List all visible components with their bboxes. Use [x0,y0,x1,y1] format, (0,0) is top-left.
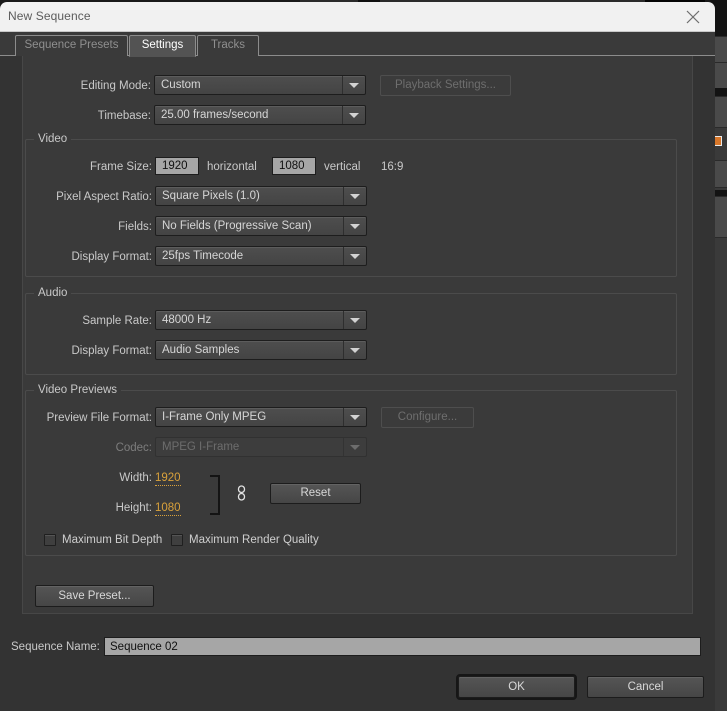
tab-bar: Sequence Presets Settings Tracks [0,32,715,57]
preview-height-value[interactable]: 1080 [155,502,181,516]
audio-display-format-value: Audio Samples [162,344,240,356]
editing-mode-label: Editing Mode: [80,80,151,92]
maximum-render-quality-checkbox[interactable] [171,534,183,546]
dialog-title: New Sequence [8,9,91,23]
video-display-format-label: Display Format: [71,251,152,263]
playback-settings-button: Playback Settings... [380,75,511,96]
link-bracket [210,475,220,515]
chevron-down-icon[interactable] [342,106,365,124]
chevron-down-icon[interactable] [343,341,366,359]
chevron-down-icon[interactable] [343,247,366,265]
chevron-down-icon[interactable] [342,76,365,94]
chevron-down-icon[interactable] [343,408,366,426]
timebase-value: 25.00 frames/second [161,109,269,121]
frame-size-horizontal-input[interactable]: 1920 [155,157,199,175]
pixel-aspect-ratio-dropdown[interactable]: Square Pixels (1.0) [155,186,367,206]
configure-button: Configure... [381,407,474,428]
tab-settings-label: Settings [141,39,184,51]
maximum-bit-depth-checkbox[interactable] [44,534,56,546]
tab-tracks-label: Tracks [210,39,246,51]
fields-dropdown[interactable]: No Fields (Progressive Scan) [155,216,367,236]
sequence-name-value: Sequence 02 [110,641,178,653]
horizontal-label: horizontal [207,161,257,173]
video-group: Video Frame Size: 1920 horizontal 1080 v… [25,133,677,277]
timebase-dropdown[interactable]: 25.00 frames/second [154,105,366,125]
ok-button[interactable]: OK [456,674,577,700]
video-previews-group-legend: Video Previews [34,384,122,396]
video-display-format-dropdown[interactable]: 25fps Timecode [155,246,367,266]
video-group-legend: Video [34,133,72,145]
preview-file-format-label: Preview File Format: [46,412,152,424]
timebase-label: Timebase: [97,110,151,122]
tab-sequence-presets-label: Sequence Presets [24,39,119,51]
preview-height-label: Height: [115,502,152,514]
codec-dropdown: MPEG I-Frame [155,437,367,457]
fields-value: No Fields (Progressive Scan) [162,220,312,232]
dialog-titlebar: New Sequence [0,2,715,32]
tab-settings[interactable]: Settings [129,35,196,57]
chevron-down-icon[interactable] [343,311,366,329]
maximum-render-quality-label: Maximum Render Quality [189,534,319,546]
chain-link-icon[interactable] [237,485,246,504]
audio-group: Audio Sample Rate: 48000 Hz Display Form… [25,287,677,375]
tab-sequence-presets[interactable]: Sequence Presets [15,35,128,56]
pixel-aspect-ratio-value: Square Pixels (1.0) [162,190,260,202]
preview-width-value[interactable]: 1920 [155,472,181,486]
sample-rate-label: Sample Rate: [82,315,152,327]
sample-rate-dropdown[interactable]: 48000 Hz [155,310,367,330]
chevron-down-icon[interactable] [343,187,366,205]
editing-mode-value: Custom [161,79,201,91]
settings-panel: Editing Mode: Custom Playback Settings..… [22,56,693,614]
new-sequence-dialog: New Sequence Sequence Presets Settings T… [0,2,715,711]
sample-rate-value: 48000 Hz [162,314,212,326]
sequence-name-input[interactable]: Sequence 02 [104,637,701,656]
cancel-button[interactable]: Cancel [587,676,704,698]
codec-value: MPEG I-Frame [162,441,240,453]
pixel-aspect-ratio-label: Pixel Aspect Ratio: [56,191,152,203]
aspect-ratio-value: 16:9 [381,161,404,173]
sequence-name-label: Sequence Name: [11,641,100,653]
vertical-label: vertical [324,161,361,173]
chevron-down-icon[interactable] [343,217,366,235]
save-preset-button[interactable]: Save Preset... [35,585,154,607]
frame-size-vertical-input[interactable]: 1080 [272,157,316,175]
chevron-down-icon [343,438,366,456]
frame-size-vertical-value: 1080 [279,160,305,172]
audio-display-format-label: Display Format: [71,345,152,357]
audio-display-format-dropdown[interactable]: Audio Samples [155,340,367,360]
reset-button[interactable]: Reset [270,483,361,504]
frame-size-label: Frame Size: [90,161,152,173]
video-previews-group: Video Previews Preview File Format: I-Fr… [25,384,677,556]
video-display-format-value: 25fps Timecode [162,250,244,262]
codec-label: Codec: [115,442,152,454]
editing-mode-dropdown[interactable]: Custom [154,75,366,95]
maximum-bit-depth-label: Maximum Bit Depth [62,534,163,546]
fields-label: Fields: [118,221,152,233]
preview-file-format-value: I-Frame Only MPEG [162,411,267,423]
close-icon[interactable] [671,2,715,31]
audio-group-legend: Audio [34,287,72,299]
frame-size-horizontal-value: 1920 [162,160,188,172]
preview-width-label: Width: [119,472,152,484]
preview-file-format-dropdown[interactable]: I-Frame Only MPEG [155,407,367,427]
tab-tracks[interactable]: Tracks [197,35,259,56]
